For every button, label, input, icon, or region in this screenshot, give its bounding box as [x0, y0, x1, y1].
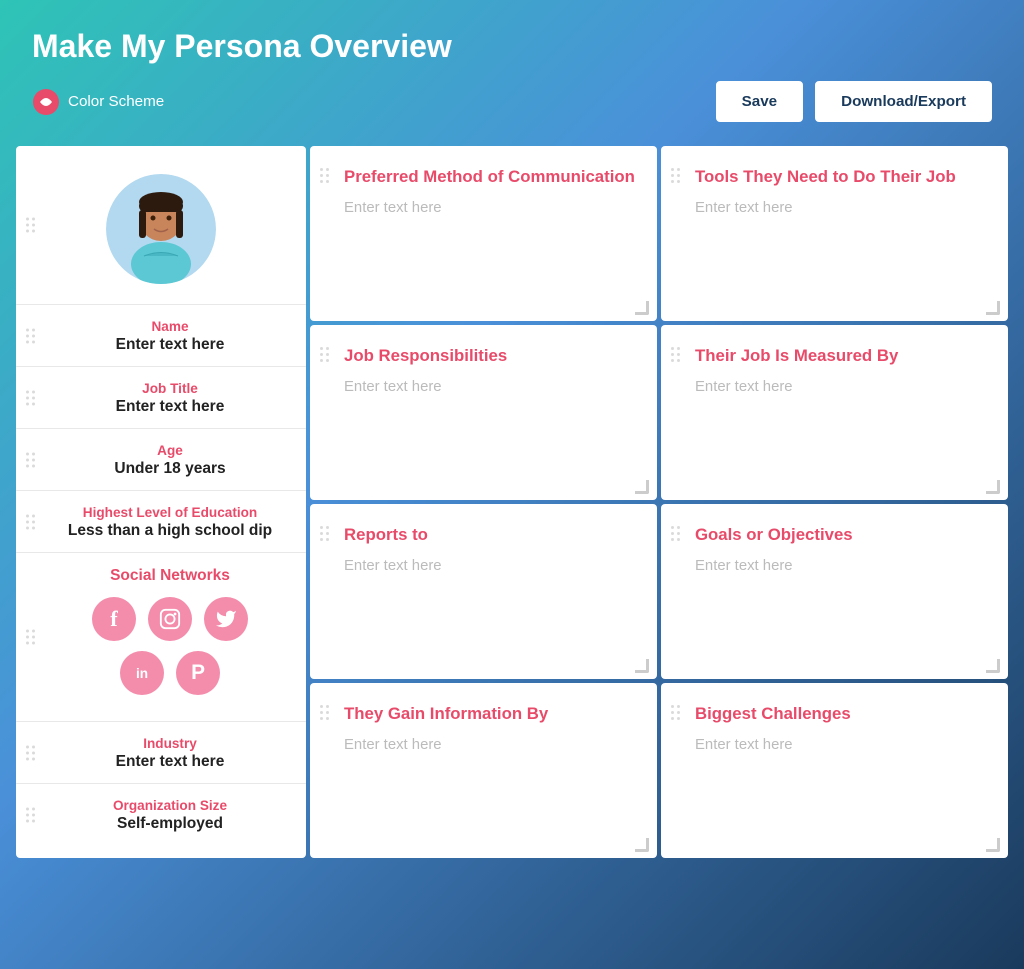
- industry-section: Industry Enter text here: [16, 722, 306, 784]
- color-scheme-icon: [32, 88, 60, 116]
- header-buttons: Save Download/Export: [716, 81, 992, 122]
- card-4-title: Reports to: [344, 524, 637, 546]
- card-1-text[interactable]: Enter text here: [695, 200, 988, 216]
- job-title-value[interactable]: Enter text here: [50, 398, 290, 416]
- card-goals: Goals or Objectives Enter text here: [661, 504, 1008, 679]
- card-7-corner: [986, 838, 1000, 852]
- card-3-drag-handle[interactable]: [671, 347, 680, 362]
- card-0-drag-handle[interactable]: [320, 168, 329, 183]
- card-6-title: They Gain Information By: [344, 703, 637, 725]
- color-scheme-label: Color Scheme: [68, 93, 164, 110]
- org-size-drag-handle[interactable]: [26, 807, 35, 822]
- card-6-text[interactable]: Enter text here: [344, 737, 637, 753]
- job-title-drag-handle[interactable]: [26, 390, 35, 405]
- age-drag-handle[interactable]: [26, 452, 35, 467]
- industry-value[interactable]: Enter text here: [50, 753, 290, 771]
- twitter-icon[interactable]: [204, 597, 248, 641]
- card-1-drag-handle[interactable]: [671, 168, 680, 183]
- facebook-icon[interactable]: f: [92, 597, 136, 641]
- industry-label: Industry: [50, 736, 290, 751]
- job-title-label: Job Title: [50, 381, 290, 396]
- instagram-icon[interactable]: [148, 597, 192, 641]
- main-content: Name Enter text here Job Title Enter tex…: [0, 146, 1024, 874]
- name-label: Name: [50, 319, 290, 334]
- education-value[interactable]: Less than a high school dip: [50, 522, 290, 540]
- card-3-title: Their Job Is Measured By: [695, 345, 988, 367]
- color-scheme-selector[interactable]: Color Scheme: [32, 88, 164, 116]
- social-icons-row-2: in P: [50, 651, 290, 695]
- card-responsibilities: Job Responsibilities Enter text here: [310, 325, 657, 500]
- card-2-text[interactable]: Enter text here: [344, 379, 637, 395]
- card-0-corner: [635, 301, 649, 315]
- age-value[interactable]: Under 18 years: [50, 460, 290, 478]
- name-value[interactable]: Enter text here: [50, 336, 290, 354]
- org-size-section: Organization Size Self-employed: [16, 784, 306, 845]
- card-3-corner: [986, 480, 1000, 494]
- card-reports: Reports to Enter text here: [310, 504, 657, 679]
- card-2-drag-handle[interactable]: [320, 347, 329, 362]
- card-7-title: Biggest Challenges: [695, 703, 988, 725]
- social-label: Social Networks: [50, 567, 290, 585]
- education-section: Highest Level of Education Less than a h…: [16, 491, 306, 553]
- card-7-drag-handle[interactable]: [671, 705, 680, 720]
- industry-drag-handle[interactable]: [26, 745, 35, 760]
- save-button[interactable]: Save: [716, 81, 803, 122]
- card-4-corner: [635, 659, 649, 673]
- avatar-drag-handle[interactable]: [26, 218, 35, 233]
- card-4-drag-handle[interactable]: [320, 526, 329, 541]
- card-2-corner: [635, 480, 649, 494]
- left-panel: Name Enter text here Job Title Enter tex…: [16, 146, 306, 858]
- pinterest-icon[interactable]: P: [176, 651, 220, 695]
- name-drag-handle[interactable]: [26, 328, 35, 343]
- job-title-section: Job Title Enter text here: [16, 367, 306, 429]
- social-icons-row-1: f: [50, 597, 290, 641]
- header-controls: Color Scheme Save Download/Export: [32, 81, 992, 122]
- name-section: Name Enter text here: [16, 305, 306, 367]
- card-1-title: Tools They Need to Do Their Job: [695, 166, 988, 188]
- education-drag-handle[interactable]: [26, 514, 35, 529]
- card-7-text[interactable]: Enter text here: [695, 737, 988, 753]
- avatar-section: [16, 146, 306, 305]
- card-tools: Tools They Need to Do Their Job Enter te…: [661, 146, 1008, 321]
- social-drag-handle[interactable]: [26, 630, 35, 645]
- card-5-corner: [986, 659, 1000, 673]
- education-label: Highest Level of Education: [50, 505, 290, 520]
- card-measured: Their Job Is Measured By Enter text here: [661, 325, 1008, 500]
- org-size-label: Organization Size: [50, 798, 290, 813]
- card-0-text[interactable]: Enter text here: [344, 200, 637, 216]
- card-4-text[interactable]: Enter text here: [344, 558, 637, 574]
- linkedin-icon[interactable]: in: [120, 651, 164, 695]
- page-title: Make My Persona Overview: [32, 28, 992, 65]
- card-5-drag-handle[interactable]: [671, 526, 680, 541]
- page-header: Make My Persona Overview Color Scheme Sa…: [0, 0, 1024, 138]
- right-grid: Preferred Method of Communication Enter …: [310, 146, 1008, 858]
- card-6-corner: [635, 838, 649, 852]
- card-1-corner: [986, 301, 1000, 315]
- card-communication: Preferred Method of Communication Enter …: [310, 146, 657, 321]
- card-6-drag-handle[interactable]: [320, 705, 329, 720]
- card-5-title: Goals or Objectives: [695, 524, 988, 546]
- org-size-value[interactable]: Self-employed: [50, 815, 290, 833]
- download-button[interactable]: Download/Export: [815, 81, 992, 122]
- card-5-text[interactable]: Enter text here: [695, 558, 988, 574]
- card-3-text[interactable]: Enter text here: [695, 379, 988, 395]
- card-0-title: Preferred Method of Communication: [344, 166, 637, 188]
- avatar-image: [106, 174, 216, 284]
- age-label: Age: [50, 443, 290, 458]
- card-challenges: Biggest Challenges Enter text here: [661, 683, 1008, 858]
- card-2-title: Job Responsibilities: [344, 345, 637, 367]
- avatar[interactable]: [106, 174, 216, 284]
- card-information: They Gain Information By Enter text here: [310, 683, 657, 858]
- social-section: Social Networks f in P: [16, 553, 306, 722]
- age-section: Age Under 18 years: [16, 429, 306, 491]
